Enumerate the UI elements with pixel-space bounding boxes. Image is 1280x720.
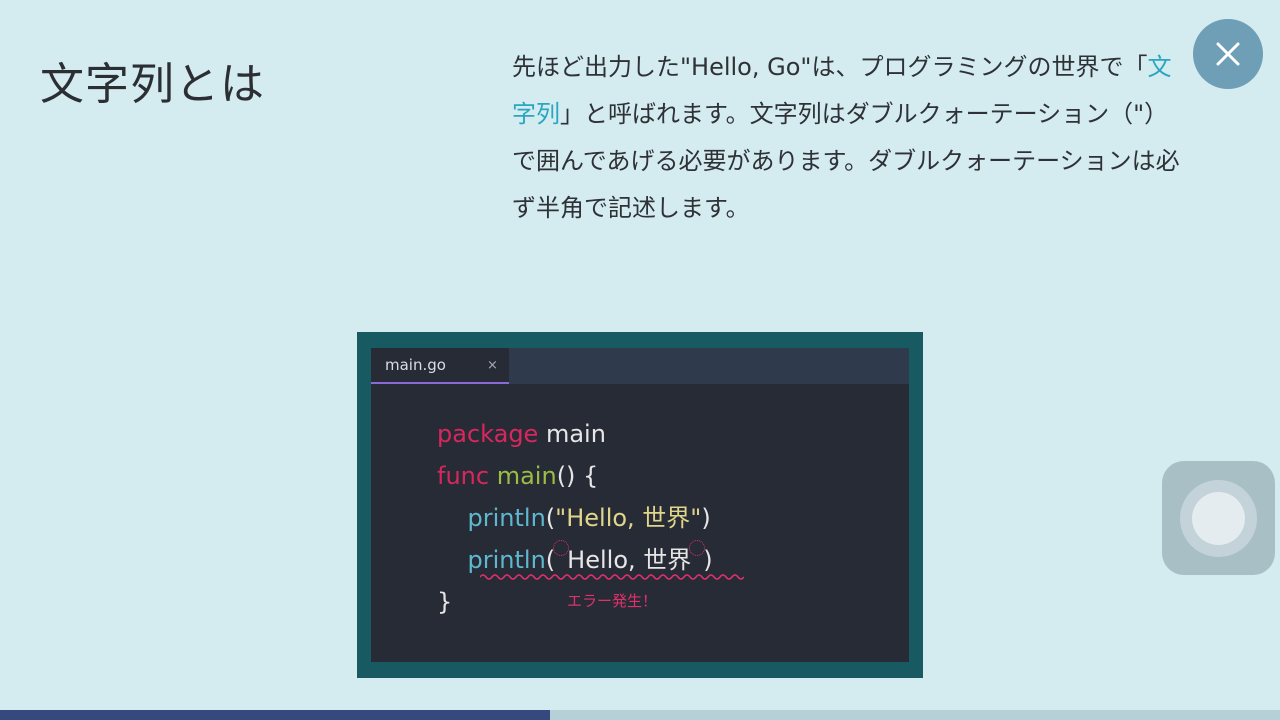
paren-open: ( xyxy=(545,504,556,532)
assistive-touch-button[interactable] xyxy=(1162,461,1275,575)
paren-close: ) xyxy=(703,546,713,574)
unquoted-text: Hello, 世界 xyxy=(567,546,692,574)
builtin-println: println xyxy=(467,504,546,532)
code-line-2: func main() { xyxy=(437,455,713,497)
code-line-3: println("Hello, 世界") xyxy=(437,497,713,539)
function-name: main xyxy=(496,462,557,490)
assistive-touch-core xyxy=(1192,492,1245,545)
progress-fill xyxy=(0,710,551,720)
description: 先ほど出力した"Hello, Go"は、プログラミングの世界で「文字列」と呼ばれ… xyxy=(512,44,1182,232)
tab-close-icon[interactable]: × xyxy=(487,358,498,373)
code-example-image: main.go × package main func main() { prin… xyxy=(357,332,923,678)
keyword-func: func xyxy=(437,462,490,490)
error-squiggle xyxy=(480,574,744,580)
func-signature: () { xyxy=(556,462,599,490)
code-line-1: package main xyxy=(437,413,713,455)
tab-main-go[interactable]: main.go × xyxy=(371,348,509,384)
builtin-println: println xyxy=(467,546,546,574)
page-title: 文字列とは xyxy=(40,59,265,110)
keyword-package: package xyxy=(437,420,539,448)
editor-tab-bar: main.go × xyxy=(371,348,909,384)
video-progress-bar[interactable] xyxy=(0,710,1280,720)
description-text-2: 」と呼ばれます。文字列はダブルクォーテーション（"）で囲んであげる必要があります… xyxy=(512,100,1180,222)
code-editor: main.go × package main func main() { prin… xyxy=(371,348,909,662)
error-note: エラー発生！ xyxy=(567,592,658,610)
string-literal: "Hello, 世界" xyxy=(555,504,702,532)
closing-brace: } xyxy=(437,588,453,616)
close-icon xyxy=(1216,42,1240,66)
paren-close: ) xyxy=(701,504,711,532)
tab-label: main.go xyxy=(385,356,446,374)
package-name: main xyxy=(538,420,606,448)
close-button[interactable] xyxy=(1193,19,1263,89)
description-text-1: 先ほど出力した"Hello, Go"は、プログラミングの世界で「 xyxy=(512,53,1148,81)
